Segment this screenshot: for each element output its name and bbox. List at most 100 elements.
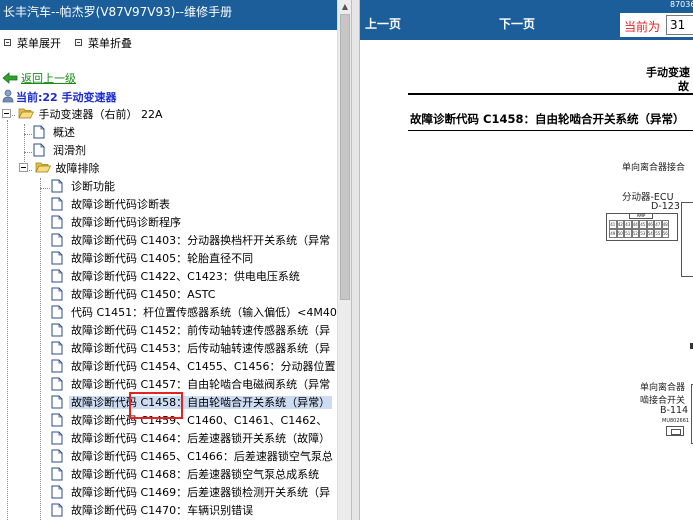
connector-pin: 51 [624,229,632,238]
current-page-label: 当前为 [624,20,661,34]
ecu-connector-diagram: AMP 41 42 43 44 45 46 47 48 49 50 51 52 53 54 55 56 [606,213,678,241]
tree-item-label: 故障诊断代码 C1454、C1455、C1456：分动器位置 [71,360,336,373]
diagram-label-clutch-engage: 单向离合器接合 [622,163,686,173]
back-link[interactable]: 返回上一级 [21,72,76,85]
open-folder-icon [34,162,51,173]
tree-item-label: 故障诊断代码 C1405：轮胎直径不同 [71,252,254,265]
connector-pin: 54 [646,229,654,238]
current-chapter-label: 当前:22 手动变速器 [16,91,117,104]
diagram-label-switch-connector: B-114 [660,405,689,416]
document-icon [33,125,45,139]
page-toolbar: 上一页 下一页 87036820 当前为 [360,0,693,40]
collapse-menu-button[interactable]: 菜单折叠 [75,37,132,51]
tree-item-dtc[interactable]: 故障诊断代码诊断程序 [51,214,183,232]
tree-item-label: 故障诊断代码 C1403：分动器换档杆开关系统（异常 [71,234,331,247]
manual-page: 手动变速 故 故障诊断代码 C1458：自由轮啮合开关系统（异常） 单向离合器接… [360,40,693,520]
tree-item-label: 故障诊断代码 C1458：自由轮啮合开关系统（异常） [69,396,333,409]
collapse-toggle-icon[interactable] [2,109,11,118]
menu-pane: 长丰汽车--帕杰罗(V87V97V93)--维修手册 菜单展开 菜单折叠 返回上… [0,0,351,520]
tree-node-root[interactable]: 手动变速器（右前） 22A [2,106,165,124]
highlight-box [129,392,183,419]
tree-item-label: 故障诊断代码 C1450：ASTC [71,288,216,301]
document-icon [51,305,63,319]
tree-item-dtc[interactable]: 故障诊断代码 C1450：ASTC [51,286,217,304]
tree-node-label: 手动变速器（右前） 22A [38,108,163,121]
tree-item-dtc[interactable]: 代码 C1451：杆位置传感器系统（输入偏低）<4M40 [51,304,339,322]
tree-item-label: 故障诊断代码 C1457：自由轮啮合电磁阀系统（异常 [71,378,331,391]
expand-label: 菜单展开 [17,37,61,50]
document-icon [51,395,63,409]
heading-rule [408,93,693,95]
tree-item-dtc[interactable]: 故障诊断代码 C1459、C1460、C1461、C1462、 [51,412,329,430]
tree-scrollbar[interactable]: ▲ [337,0,351,520]
tree-item-dtc[interactable]: 故障诊断代码 C1458：自由轮啮合开关系统（异常） [51,394,333,412]
tree-item-dtc[interactable]: 故障诊断代码诊断表 [51,196,172,214]
expand-menu-button[interactable]: 菜单展开 [4,37,61,51]
tree-item-dtc[interactable]: 故障诊断代码 C1468：后差速器锁空气泵总成系统 [51,466,321,484]
tree-node-troubleshooting[interactable]: 故障排除 [19,160,102,178]
current-chapter: 当前:22 手动变速器 [2,89,117,105]
tree-item-label: 故障诊断代码 C1469：后差速器锁检测开关系统（异 [71,486,331,499]
connector-pin: 56 [661,229,669,238]
tree-item-overview[interactable]: 概述 [33,124,77,142]
collapse-toggle-icon[interactable] [19,163,28,172]
next-page-button[interactable]: 下一页 [499,15,535,32]
tree-item-label: 故障诊断代码 C1459、C1460、C1461、C1462、 [71,414,328,427]
connector-pin: 45 [639,220,647,229]
tree-item-label: 故障诊断代码 C1452：前传动轴转速传感器系统（异 [71,324,331,337]
connector-pin: 50 [616,229,624,238]
tree-item-label: 故障诊断代码 C1464：后差速器锁开关系统（故障） [71,432,331,445]
scrollbar-thumb[interactable] [340,14,350,300]
open-folder-icon [17,108,34,119]
user-icon [2,89,14,103]
amp-label: AMP [629,213,653,219]
document-icon [51,323,63,337]
tree-item-dtc[interactable]: 故障诊断代码 C1403：分动器换档杆开关系统（异常 [51,232,332,250]
switch-connector-diagram [666,426,684,436]
collapse-label: 菜单折叠 [88,37,132,50]
connector-pin: 43 [624,220,632,229]
document-number: 87036820 [670,0,693,9]
document-icon [51,359,63,373]
page-indicator: 当前为 [620,13,693,37]
tree-item-dtc[interactable]: 故障诊断代码 C1422、C1423：供电电压系统 [51,268,302,286]
document-icon [51,179,63,193]
tree-item-label: 概述 [53,126,75,139]
tree-item-label: 故障诊断代码 C1470：车辆识别错误 [71,504,254,517]
document-icon [51,485,63,499]
connector-pin: 49 [609,229,617,238]
document-icon [51,287,63,301]
tree-item-dtc[interactable]: 诊断功能 [51,178,117,196]
document-icon [51,449,63,463]
connector-pin: 55 [654,229,662,238]
tree-item-label: 代码 C1451：杆位置传感器系统（输入偏低）<4M40 [71,306,337,319]
tree-item-label: 故障诊断代码 C1468：后差速器锁空气泵总成系统 [71,468,320,481]
tree-item-dtc[interactable]: 故障诊断代码 C1464：后差速器锁开关系统（故障） [51,430,332,448]
scroll-up-arrow-icon[interactable]: ▲ [338,0,351,14]
tree-item-dtc[interactable]: 故障诊断代码 C1465、C1466：后差速器锁空气泵总 [51,448,335,466]
tree-item-lubricant[interactable]: 润滑剂 [33,142,88,160]
pane-splitter[interactable] [351,0,360,520]
document-icon [51,377,63,391]
ecu-box-outline [681,202,693,277]
page-number-input[interactable] [666,15,693,35]
back-row[interactable]: 返回上一级 [2,70,76,86]
prev-page-button[interactable]: 上一页 [365,15,401,32]
connector-pin: 42 [616,220,624,229]
tree-item-dtc[interactable]: 故障诊断代码 C1457：自由轮啮合电磁阀系统（异常 [51,376,332,394]
tree-item-dtc[interactable]: 故障诊断代码 C1452：前传动轴转速传感器系统（异 [51,322,332,340]
document-icon [51,431,63,445]
diagram-label-ecu-connector: D-123 [651,201,680,212]
tree-item-dtc[interactable]: 故障诊断代码 C1470：车辆识别错误 [51,502,255,520]
diagram-label-part-code: MU802661 [662,418,690,424]
connector-pin: 47 [654,220,662,229]
connector-pin: 53 [639,229,647,238]
tree-item-dtc[interactable]: 故障诊断代码 C1405：轮胎直径不同 [51,250,255,268]
document-icon [51,215,63,229]
tree-item-dtc[interactable]: 故障诊断代码 C1453：后传动轴转速传感器系统（异 [51,340,332,358]
connector-pin: 44 [631,220,639,229]
page-subheading: 故 [678,80,689,93]
tree-item-dtc[interactable]: 故障诊断代码 C1469：后差速器锁检测开关系统（异 [51,484,332,502]
manual-title: 长丰汽车--帕杰罗(V87V97V93)--维修手册 [0,0,351,30]
tree-item-dtc[interactable]: 故障诊断代码 C1454、C1455、C1456：分动器位置 [51,358,338,376]
